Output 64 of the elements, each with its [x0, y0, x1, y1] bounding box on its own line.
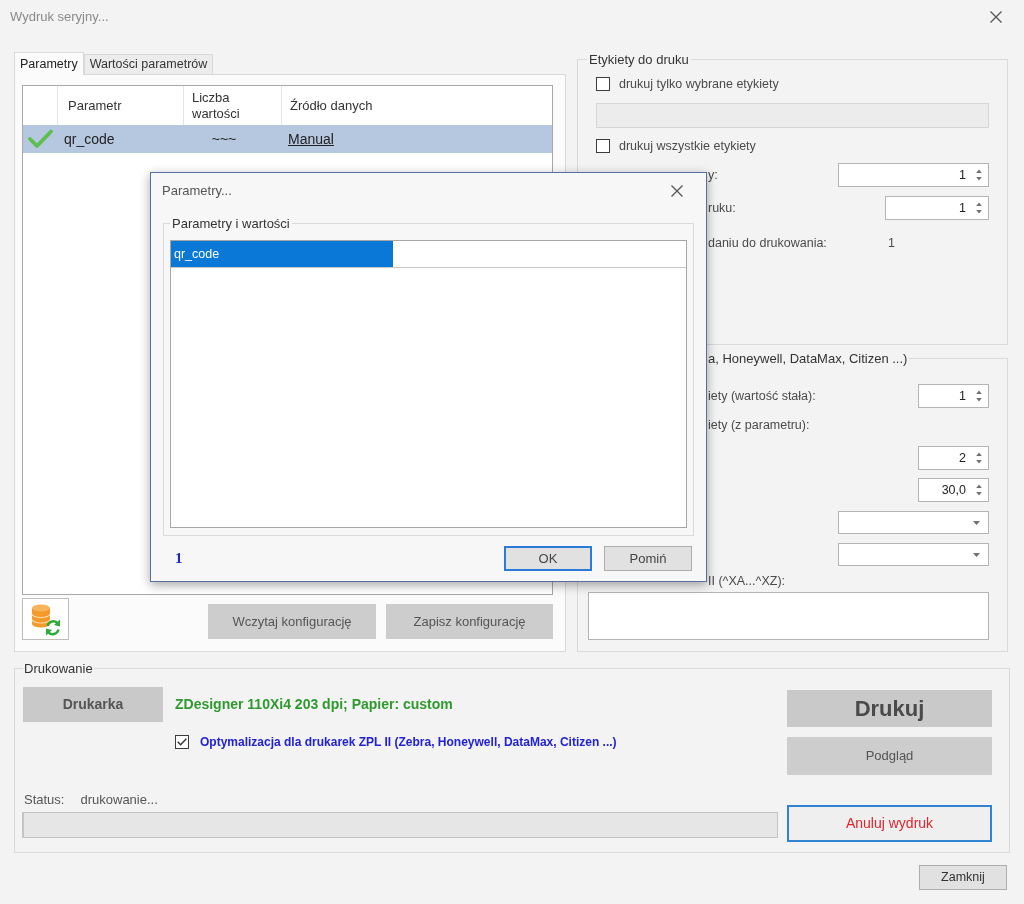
spin-arrows-icon	[976, 390, 982, 402]
caret-icon	[973, 520, 980, 525]
field-label: iety (wartość stała):	[708, 387, 816, 405]
spin-arrows-icon	[976, 202, 982, 214]
spin-arrows-icon	[976, 169, 982, 181]
number-field[interactable]: 1	[918, 384, 989, 408]
preview-button[interactable]: Podgląd	[787, 737, 992, 775]
number-field[interactable]: 2	[918, 446, 989, 470]
spin-arrows-icon	[976, 452, 982, 464]
status-label: Status:	[24, 791, 65, 810]
close-icon	[990, 11, 1002, 23]
column-header: Parametr	[68, 97, 122, 114]
window-title: Wydruk seryjny...	[10, 8, 109, 27]
close-button[interactable]	[671, 185, 683, 197]
field-value: 1	[888, 235, 895, 252]
spin-arrows-icon	[976, 484, 982, 496]
field-label: iety (z parametru):	[708, 416, 810, 434]
printer-button[interactable]: Drukarka	[23, 687, 163, 722]
source-link[interactable]: Manual	[288, 128, 334, 150]
tick-icon	[177, 738, 187, 746]
group-title: Parametry i wartości	[171, 216, 291, 231]
parameter-count: 1	[175, 549, 183, 569]
list-item[interactable]: qr_code	[171, 241, 393, 267]
print-button[interactable]: Drukuj	[787, 690, 992, 727]
number-field[interactable]: 30,0	[918, 478, 989, 502]
number-field[interactable]: 1	[885, 196, 989, 220]
column-header: Liczba wartości	[192, 89, 241, 122]
dialog-button[interactable]: Pomiń	[604, 546, 692, 571]
field-label: daniu do drukowania:	[708, 235, 827, 252]
tab[interactable]: Parametry	[14, 52, 84, 75]
database-button[interactable]	[22, 598, 69, 640]
table-cell-text: ~~~	[211, 129, 237, 149]
config-button[interactable]: Wczytaj konfigurację	[208, 604, 376, 639]
caret-icon	[973, 552, 980, 557]
group-title: Etykiety do druku	[588, 52, 690, 67]
dropdown[interactable]	[838, 543, 989, 566]
table-cell-text: qr_code	[64, 129, 115, 149]
checkbox[interactable]	[596, 77, 610, 91]
number-field[interactable]: 1	[838, 163, 989, 187]
dropdown[interactable]	[838, 511, 989, 534]
field-label: ruku:	[708, 199, 736, 217]
printer-info: ZDesigner 110Xi4 203 dpi; Papier: custom	[175, 695, 453, 714]
field-label: y:	[708, 166, 718, 184]
group-title: a, Honeywell, DataMax, Citizen ...)	[707, 351, 909, 366]
config-button[interactable]: Zapisz konfigurację	[386, 604, 553, 639]
dialog-button[interactable]: OK	[504, 546, 592, 571]
close-window-button[interactable]: Zamknij	[919, 865, 1007, 890]
checkbox-label: Optymalizacja dla drukarek ZPL II (Zebra, Honeywell, DataMax, Citizen ...)	[200, 734, 617, 751]
dialog-title: Parametry...	[162, 182, 232, 201]
cancel-print-button[interactable]: Anuluj wydruk	[787, 805, 992, 842]
database-sync-icon	[29, 602, 62, 636]
status-text: drukowanie...	[80, 791, 158, 810]
table-row[interactable]: qr_code ~~~ Manual	[23, 125, 552, 153]
close-icon	[671, 185, 683, 197]
close-button[interactable]	[990, 11, 1002, 23]
tab[interactable]: Wartości parametrów	[83, 54, 214, 74]
checkbox[interactable]	[175, 735, 189, 749]
checkbox[interactable]	[596, 139, 610, 153]
text-area[interactable]	[588, 592, 989, 640]
checkbox-label: drukuj wszystkie etykiety	[619, 137, 756, 155]
field-label: II (^XA...^XZ):	[708, 572, 785, 590]
column-header: Źródło danych	[290, 97, 373, 114]
group-title: Drukowanie	[23, 661, 94, 676]
checkbox-label: drukuj tylko wybrane etykiety	[619, 75, 779, 93]
